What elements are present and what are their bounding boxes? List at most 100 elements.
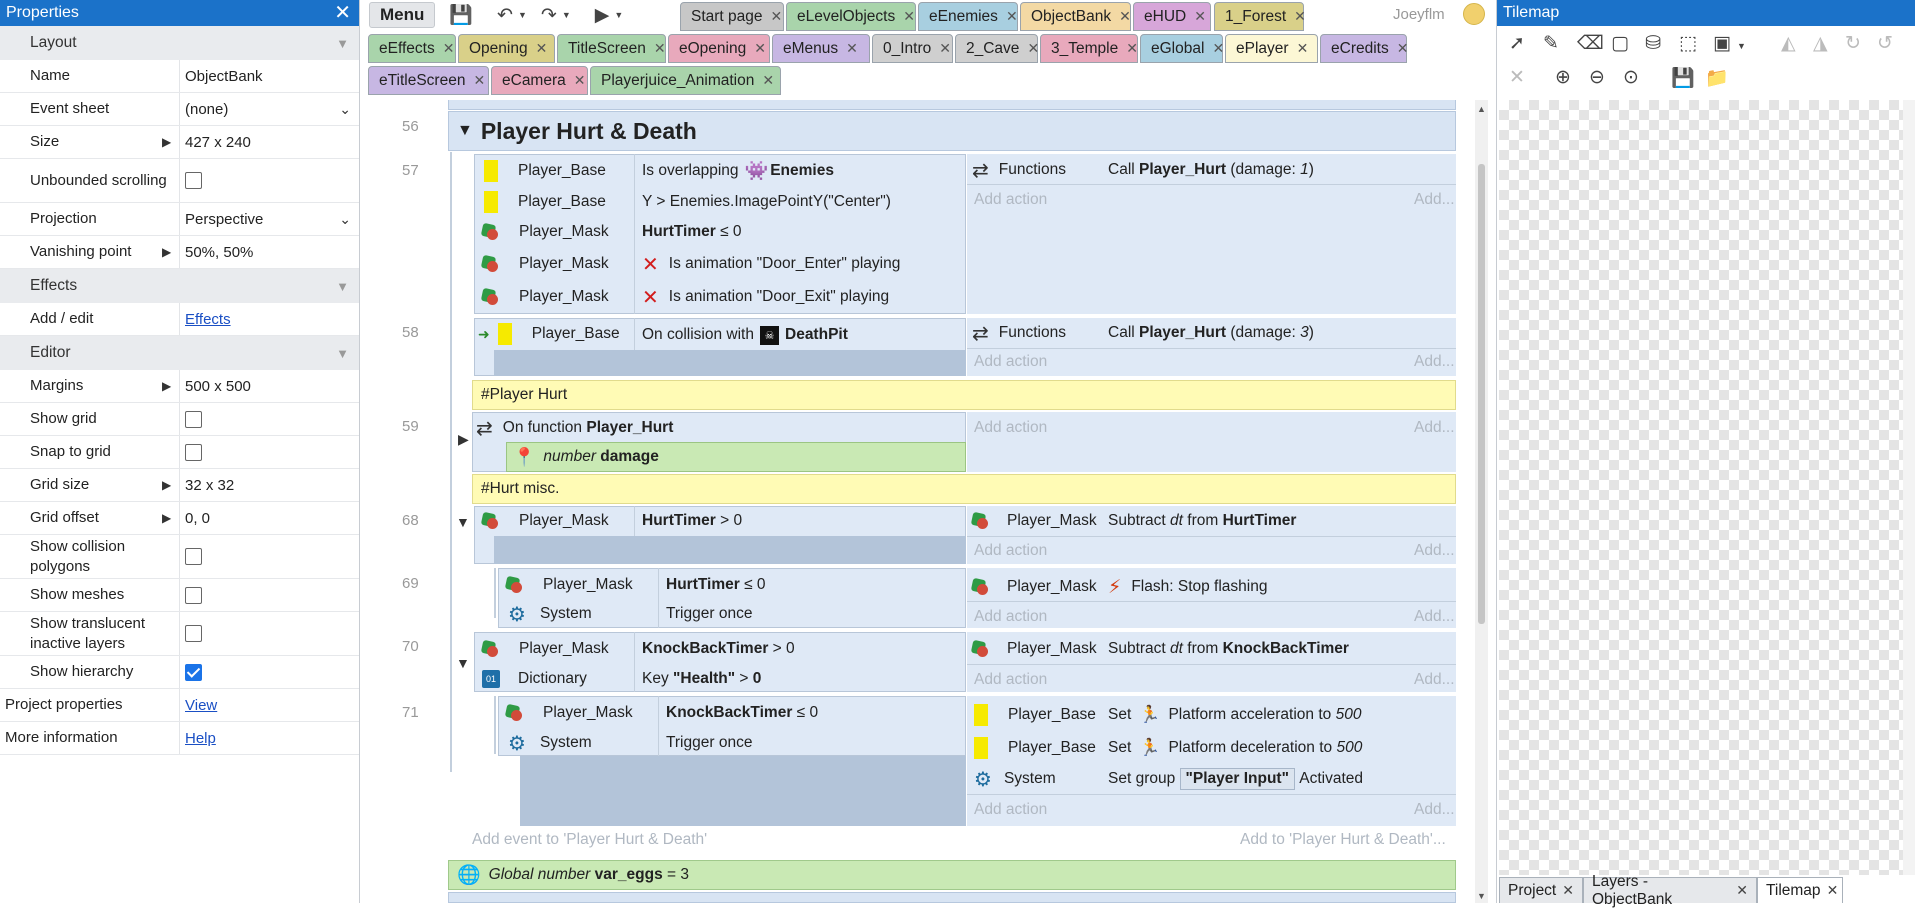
add-action-link[interactable]: Add action bbox=[974, 347, 1047, 377]
grid-offset-field[interactable]: ▶ 0, 0 bbox=[162, 502, 359, 534]
tab-project[interactable]: Project ✕ bbox=[1499, 877, 1583, 903]
zoom-reset-icon[interactable]: ⊙ bbox=[1623, 66, 1639, 89]
undo-icon[interactable]: ↶ ▼ bbox=[497, 4, 527, 27]
tab-2-cave[interactable]: 2_Cave ✕ bbox=[955, 34, 1039, 63]
add-action-link[interactable]: Add action bbox=[974, 536, 1047, 566]
condition-text[interactable]: KnockBackTimer ≤ 0 bbox=[666, 698, 818, 728]
folder-icon[interactable]: 📁 bbox=[1705, 66, 1729, 90]
condition-row[interactable]: Player_Mask bbox=[506, 698, 633, 728]
condition-text[interactable]: Trigger once bbox=[666, 728, 752, 758]
chevron-down-icon[interactable]: ⌄ bbox=[339, 101, 351, 118]
chevron-down-icon[interactable]: ⌄ bbox=[339, 211, 351, 228]
condition-row[interactable]: ⚙ System bbox=[508, 599, 592, 629]
size-field[interactable]: ▶ 427 x 240 bbox=[162, 126, 359, 158]
close-icon[interactable]: ✕ bbox=[939, 40, 951, 57]
scroll-up-icon[interactable]: ▲ bbox=[1477, 104, 1486, 114]
action-row[interactable]: Player_Base bbox=[974, 733, 1096, 763]
condition-row[interactable]: Player_Mask bbox=[482, 282, 609, 312]
show-grid-checkbox[interactable] bbox=[185, 410, 202, 428]
unbounded-checkbox[interactable] bbox=[185, 172, 202, 189]
close-icon[interactable]: ✕ bbox=[334, 3, 351, 23]
zoom-out-icon[interactable]: ⊖ bbox=[1589, 66, 1605, 89]
condition-text[interactable]: Is overlapping 👾 Enemies bbox=[642, 156, 834, 186]
expand-icon[interactable]: ▶ bbox=[162, 478, 171, 492]
play-icon[interactable]: ▶ ▼ bbox=[595, 4, 624, 27]
action-text[interactable]: Subtract dt from KnockBackTimer bbox=[1108, 634, 1349, 664]
collapse-icon[interactable]: ▼ bbox=[336, 279, 349, 294]
tab-objectbank[interactable]: ObjectBank ✕ bbox=[1020, 2, 1131, 31]
fill-bucket-icon[interactable]: ⛁ bbox=[1645, 32, 1661, 55]
tab-1-forest[interactable]: 1_Forest ✕ bbox=[1214, 2, 1306, 31]
add-more-link[interactable]: Add... bbox=[1414, 665, 1455, 695]
redo-icon[interactable]: ↷ ▼ bbox=[541, 4, 571, 27]
tab-eplayer[interactable]: ePlayer ✕ bbox=[1225, 34, 1318, 63]
expand-icon[interactable]: ▶ bbox=[458, 431, 469, 448]
close-icon[interactable]: ✕ bbox=[1397, 40, 1409, 57]
close-icon[interactable]: ✕ bbox=[536, 40, 548, 57]
add-action-link[interactable]: Add action bbox=[974, 665, 1047, 695]
event-sheet-select[interactable]: (none) ⌄ bbox=[180, 93, 359, 125]
eraser-icon[interactable]: ⌫ bbox=[1577, 32, 1604, 55]
close-icon[interactable]: ✕ bbox=[1119, 8, 1131, 25]
close-icon[interactable]: ✕ bbox=[1212, 40, 1224, 57]
save-icon[interactable]: 💾 bbox=[1671, 66, 1695, 90]
action-row[interactable]: ⇄ Functions bbox=[972, 155, 1066, 185]
close-icon[interactable]: ✕ bbox=[473, 72, 485, 89]
add-more-link[interactable]: Add... bbox=[1414, 185, 1455, 215]
close-icon[interactable]: ✕ bbox=[1736, 882, 1748, 899]
menu-button[interactable]: Menu bbox=[369, 2, 436, 28]
tab-emenus[interactable]: eMenus ✕ bbox=[772, 34, 870, 63]
condition-row[interactable]: Player_Mask bbox=[482, 217, 609, 247]
expand-icon[interactable]: ▶ bbox=[162, 245, 171, 259]
tab-ecredits[interactable]: eCredits ✕ bbox=[1320, 34, 1409, 63]
tab-0-intro[interactable]: 0_Intro ✕ bbox=[872, 34, 953, 63]
condition-text[interactable]: HurtTimer > 0 bbox=[642, 506, 742, 536]
add-more-link[interactable]: Add... bbox=[1414, 536, 1455, 566]
close-icon[interactable]: ✕ bbox=[443, 40, 455, 57]
condition-row[interactable]: Player_Mask bbox=[482, 249, 609, 279]
grid-size-field[interactable]: ▶ 32 x 32 bbox=[162, 469, 359, 501]
global-variable[interactable]: 🌐 Global number var_eggs = 3 bbox=[448, 860, 1456, 890]
sheet-scrollbar[interactable]: ▲ ▼ bbox=[1475, 100, 1488, 903]
condition-row[interactable]: Player_Base bbox=[484, 156, 606, 186]
group-effects[interactable]: Effects ▼ bbox=[0, 269, 359, 303]
pointer-icon[interactable]: ➚ bbox=[1509, 32, 1525, 55]
tab-eenemies[interactable]: eEnemies ✕ bbox=[918, 2, 1018, 31]
add-event-link[interactable]: Add event to 'Player Hurt & Death' bbox=[472, 825, 707, 855]
close-icon[interactable]: ✕ bbox=[1194, 8, 1206, 25]
tab-eopening[interactable]: eOpening ✕ bbox=[668, 34, 770, 63]
expand-icon[interactable]: ▶ bbox=[162, 379, 171, 393]
snap-grid-checkbox[interactable] bbox=[185, 443, 202, 461]
close-icon[interactable]: ✕ bbox=[754, 40, 766, 57]
tab-opening[interactable]: Opening ✕ bbox=[458, 34, 555, 63]
brush-icon[interactable]: ▣ ▼ bbox=[1713, 32, 1746, 55]
tileset-canvas[interactable] bbox=[1499, 100, 1903, 875]
add-to-group-link[interactable]: Add to 'Player Hurt & Death'... bbox=[1240, 825, 1446, 855]
condition-text[interactable]: HurtTimer ≤ 0 bbox=[642, 217, 742, 247]
close-icon[interactable]: ✕ bbox=[574, 72, 586, 89]
tab-etitlescreen[interactable]: eTitleScreen ✕ bbox=[368, 66, 489, 95]
tab-layers[interactable]: Layers - ObjectBank ✕ bbox=[1583, 873, 1757, 908]
help-link[interactable]: Help bbox=[185, 730, 216, 747]
action-row[interactable]: ⚙ System bbox=[974, 764, 1056, 794]
action-text[interactable]: Call Player_Hurt (damage: 3) bbox=[1108, 318, 1314, 348]
condition-text[interactable]: Y > Enemies.ImagePointY("Center") bbox=[642, 187, 891, 217]
condition-text[interactable]: ✕ Is animation "Door_Exit" playing bbox=[642, 282, 889, 312]
action-row[interactable]: Player_Mask bbox=[972, 634, 1097, 664]
tab-ecamera[interactable]: eCamera ✕ bbox=[491, 66, 588, 95]
function-header[interactable]: ⇄ On function Player_Hurt bbox=[476, 413, 673, 443]
close-icon[interactable]: ✕ bbox=[1294, 8, 1306, 25]
tab-elevelobjects[interactable]: eLevelObjects ✕ bbox=[786, 2, 916, 31]
condition-row[interactable]: ⚙ System bbox=[508, 728, 592, 758]
condition-text[interactable]: ✕ Is animation "Door_Enter" playing bbox=[642, 249, 900, 279]
condition-row[interactable]: Player_Mask bbox=[506, 570, 633, 600]
condition-row[interactable]: Player_Base bbox=[484, 187, 606, 217]
condition-text[interactable]: On collision with ☠ DeathPit bbox=[642, 320, 848, 350]
collapse-icon[interactable]: ▼ bbox=[336, 36, 349, 51]
show-meshes-checkbox[interactable] bbox=[185, 586, 202, 604]
tab-tilemap[interactable]: Tilemap ✕ bbox=[1757, 877, 1843, 903]
close-icon[interactable]: ✕ bbox=[903, 8, 915, 25]
close-icon[interactable]: ✕ bbox=[654, 40, 666, 57]
show-collision-checkbox[interactable] bbox=[185, 548, 202, 565]
condition-text[interactable]: KnockBackTimer > 0 bbox=[642, 634, 795, 664]
